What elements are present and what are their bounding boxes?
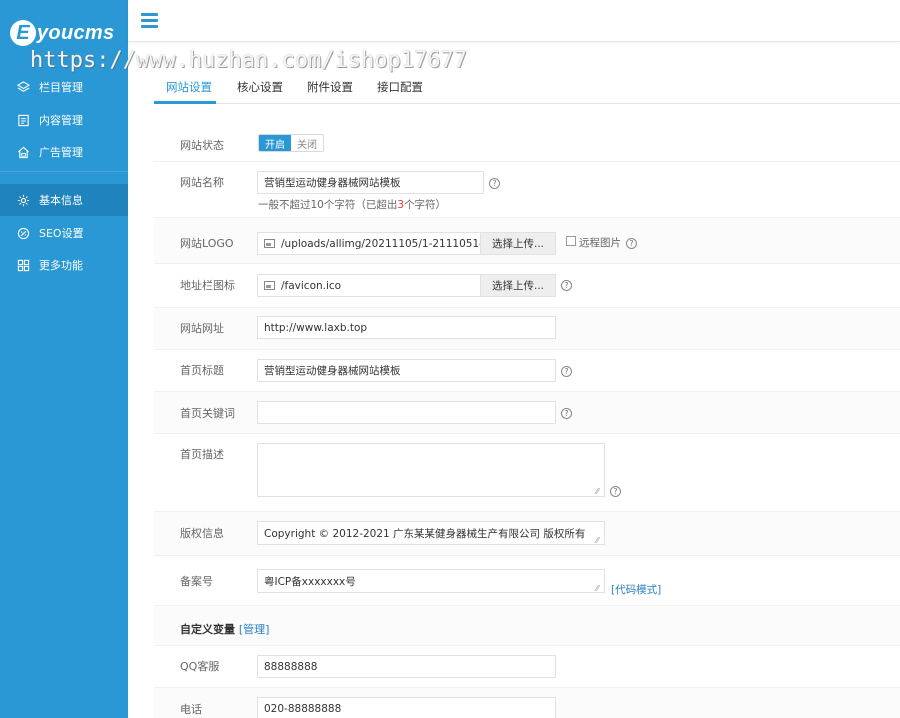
site-name-input[interactable]: 营销型运动健身器械网站模板 (257, 171, 484, 194)
keywords-label: 首页关键词 (180, 407, 235, 420)
status-off-button[interactable]: 关闭 (291, 135, 323, 151)
home-ad-icon (16, 145, 30, 159)
help-icon[interactable]: ? (610, 486, 621, 497)
sidebar-item-ads[interactable]: 广告管理 (0, 136, 128, 168)
sidebar-item-label: 栏目管理 (39, 81, 83, 94)
logo-upload-button[interactable]: 选择上传... (480, 232, 556, 255)
copyright-textarea[interactable]: Copyright © 2012-2021 广东某某健身器械生产有限公司 版权所… (257, 521, 605, 545)
qq-input[interactable]: 88888888 (257, 655, 556, 678)
sidebar-item-label: 广告管理 (39, 146, 83, 159)
favicon-path-input[interactable]: /favicon.ico (257, 274, 481, 297)
logo-text: youcms (37, 21, 115, 44)
document-icon (16, 113, 30, 127)
settings-tabs: 网站设置 核心设置 附件设置 接口配置 (154, 72, 900, 104)
qq-label: QQ客服 (180, 660, 220, 673)
remote-image-label: 远程图片 (579, 237, 621, 249)
top-bar (128, 0, 900, 42)
status-label: 网站状态 (180, 139, 224, 152)
logo-path-input[interactable]: /uploads/allimg/20211105/1-2111051417 (257, 232, 481, 255)
favicon-label: 地址栏图标 (180, 279, 235, 292)
site-url-input[interactable]: http://www.laxb.top (257, 316, 556, 339)
sidebar-item-basic-info[interactable]: 基本信息 (0, 184, 128, 216)
sidebar-item-more[interactable]: 更多功能 (0, 249, 128, 281)
copyright-label: 版权信息 (180, 527, 224, 540)
help-icon[interactable]: ? (626, 238, 637, 249)
gear-icon (16, 193, 30, 207)
menu-toggle-icon[interactable] (141, 13, 158, 28)
sidebar-item-seo[interactable]: SEO设置 (0, 217, 128, 249)
keywords-input[interactable] (257, 401, 556, 424)
favicon-upload-button[interactable]: 选择上传... (480, 274, 556, 297)
sidebar-item-label: 更多功能 (39, 259, 83, 272)
tab-api[interactable]: 接口配置 (377, 79, 423, 95)
icp-label: 备案号 (180, 575, 213, 588)
help-icon[interactable]: ? (561, 408, 572, 419)
custom-variables-title: 自定义变量 [管理] (180, 623, 270, 636)
manage-link[interactable]: [管理] (239, 623, 270, 636)
resize-handle-icon[interactable]: ⁄⁄ (596, 536, 599, 545)
sidebar-item-label: SEO设置 (39, 227, 84, 240)
help-icon[interactable]: ? (489, 178, 500, 189)
resize-handle-icon[interactable]: ⁄⁄ (596, 487, 599, 496)
phone-input[interactable]: 020-88888888 (257, 697, 556, 718)
resize-handle-icon[interactable]: ⁄⁄ (596, 584, 599, 593)
phone-label: 电话 (180, 703, 202, 716)
tab-website[interactable]: 网站设置 (166, 79, 212, 95)
help-icon[interactable]: ? (561, 280, 572, 291)
title-label: 首页标题 (180, 364, 224, 377)
name-label: 网站名称 (180, 176, 224, 189)
url-label: 网站网址 (180, 322, 224, 335)
sidebar: E youcms 栏目管理 内容管理 广告管理 基本信息 SEO设置 更多功能 (0, 0, 128, 718)
logo-label: 网站LOGO (180, 237, 234, 250)
status-on-button[interactable]: 开启 (259, 135, 291, 151)
sidebar-item-content[interactable]: 内容管理 (0, 104, 128, 136)
remote-image-checkbox[interactable] (566, 236, 576, 246)
layers-icon (16, 80, 30, 94)
home-title-input[interactable]: 营销型运动健身器械网站模板 (257, 359, 556, 382)
code-mode-link[interactable]: [代码模式] (611, 582, 661, 597)
active-tab-indicator (154, 101, 216, 104)
help-icon[interactable]: ? (561, 366, 572, 377)
sidebar-item-label: 基本信息 (39, 194, 83, 207)
tab-attachment[interactable]: 附件设置 (307, 79, 353, 95)
seo-icon (16, 226, 30, 240)
description-label: 首页描述 (180, 448, 224, 461)
status-toggle[interactable]: 开启 关闭 (258, 134, 324, 152)
sidebar-item-column[interactable]: 栏目管理 (0, 71, 128, 103)
logo-mark: E (10, 20, 36, 46)
description-textarea[interactable] (257, 443, 605, 497)
tab-core[interactable]: 核心设置 (237, 79, 283, 95)
icp-textarea[interactable]: 粤ICP备xxxxxxx号 (257, 569, 605, 593)
name-hint: 一般不超过10个字符（已超出3个字符） (258, 199, 447, 211)
sidebar-divider (0, 171, 128, 172)
image-icon (264, 281, 275, 290)
sidebar-item-label: 内容管理 (39, 114, 83, 127)
logo[interactable]: E youcms (10, 18, 114, 48)
grid-icon (16, 258, 30, 272)
image-icon (264, 239, 275, 248)
